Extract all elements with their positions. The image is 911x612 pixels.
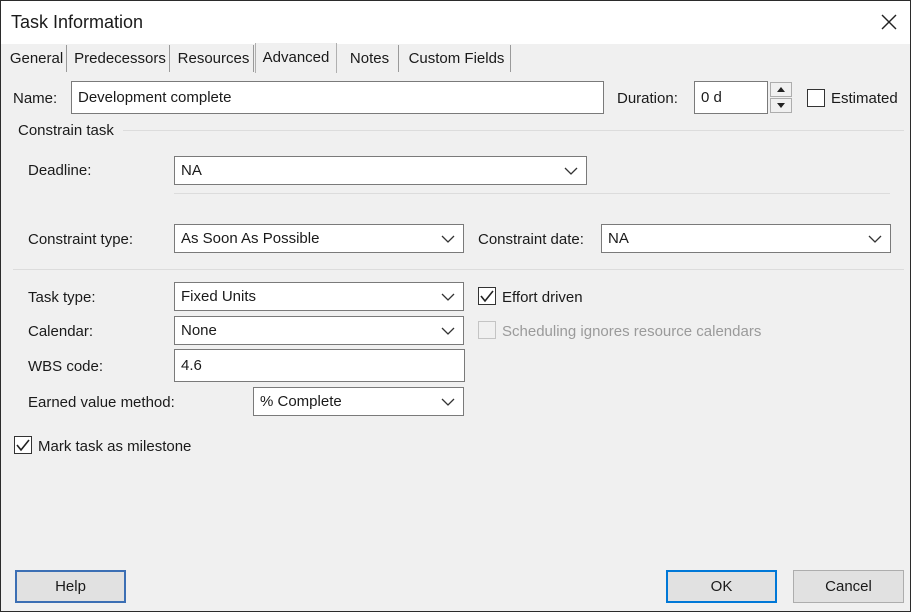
effort-driven-label: Effort driven xyxy=(502,289,583,306)
dialog-title: Task Information xyxy=(11,12,144,32)
earned-value-dropdown[interactable]: % Complete xyxy=(253,387,464,416)
deadline-label: Deadline: xyxy=(28,162,92,179)
title-bar: Task Information xyxy=(1,1,910,44)
constrain-task-label: Constrain task xyxy=(18,122,114,139)
tab-custom-fields[interactable]: Custom Fields xyxy=(403,45,511,72)
scheduling-ignores-checkbox xyxy=(478,321,496,339)
task-information-dialog: Task Information General Predecessors Re… xyxy=(0,0,911,612)
constraint-date-dropdown[interactable]: NA xyxy=(601,224,891,253)
effort-driven-checkbox[interactable] xyxy=(478,287,496,305)
name-field[interactable]: Development complete xyxy=(71,81,604,114)
chevron-down-icon xyxy=(564,167,578,175)
chevron-down-icon xyxy=(441,398,455,406)
tab-general[interactable]: General xyxy=(7,45,67,72)
ok-button[interactable]: OK xyxy=(666,570,777,603)
earned-value-label: Earned value method: xyxy=(28,394,175,411)
chevron-down-icon xyxy=(441,327,455,335)
spin-down-icon xyxy=(777,103,785,108)
task-type-dropdown[interactable]: Fixed Units xyxy=(174,282,464,311)
constraint-type-dropdown[interactable]: As Soon As Possible xyxy=(174,224,464,253)
tab-predecessors[interactable]: Predecessors xyxy=(71,45,170,72)
chevron-down-icon xyxy=(868,235,882,243)
calendar-dropdown[interactable]: None xyxy=(174,316,464,345)
wbs-code-field[interactable]: 4.6 xyxy=(174,349,465,382)
deadline-divider xyxy=(174,193,890,194)
tab-resources[interactable]: Resources xyxy=(174,45,254,72)
milestone-label: Mark task as milestone xyxy=(38,438,192,455)
cancel-button[interactable]: Cancel xyxy=(793,570,904,603)
task-type-label: Task type: xyxy=(28,289,96,306)
checkmark-icon xyxy=(480,290,494,303)
calendar-label: Calendar: xyxy=(28,323,94,340)
deadline-dropdown[interactable]: NA xyxy=(174,156,587,185)
wbs-code-value: 4.6 xyxy=(181,357,202,374)
section-divider xyxy=(13,269,904,270)
scheduling-ignores-label: Scheduling ignores resource calendars xyxy=(502,323,762,340)
group-divider xyxy=(123,130,904,131)
chevron-down-icon xyxy=(441,235,455,243)
checkmark-icon xyxy=(16,439,30,452)
duration-field[interactable]: 0 d xyxy=(694,81,768,114)
cancel-button-label: Cancel xyxy=(825,578,872,595)
constraint-date-label: Constraint date: xyxy=(478,231,584,248)
constraint-date-value: NA xyxy=(608,230,629,247)
deadline-value: NA xyxy=(181,162,202,179)
name-label: Name: xyxy=(13,90,58,107)
close-button[interactable] xyxy=(871,7,905,37)
milestone-checkbox[interactable] xyxy=(14,436,32,454)
duration-spin-up[interactable] xyxy=(770,82,792,97)
help-button-label: Help xyxy=(55,578,86,595)
chevron-down-icon xyxy=(441,293,455,301)
tab-advanced[interactable]: Advanced xyxy=(255,43,337,73)
wbs-code-label: WBS code: xyxy=(28,358,104,375)
earned-value-value: % Complete xyxy=(260,393,342,410)
spin-up-icon xyxy=(777,87,785,92)
tab-notes[interactable]: Notes xyxy=(341,45,399,72)
ok-button-label: OK xyxy=(710,578,733,595)
duration-label: Duration: xyxy=(617,90,678,107)
constraint-type-value: As Soon As Possible xyxy=(181,230,320,247)
name-value: Development complete xyxy=(78,89,232,106)
close-icon xyxy=(881,14,897,30)
duration-value: 0 d xyxy=(701,89,722,106)
duration-spin-down[interactable] xyxy=(770,98,792,113)
estimated-checkbox[interactable] xyxy=(807,89,825,107)
task-type-value: Fixed Units xyxy=(181,288,257,305)
estimated-label: Estimated xyxy=(831,90,898,107)
constraint-type-label: Constraint type: xyxy=(28,231,134,248)
help-button[interactable]: Help xyxy=(15,570,126,603)
calendar-value: None xyxy=(181,322,217,339)
